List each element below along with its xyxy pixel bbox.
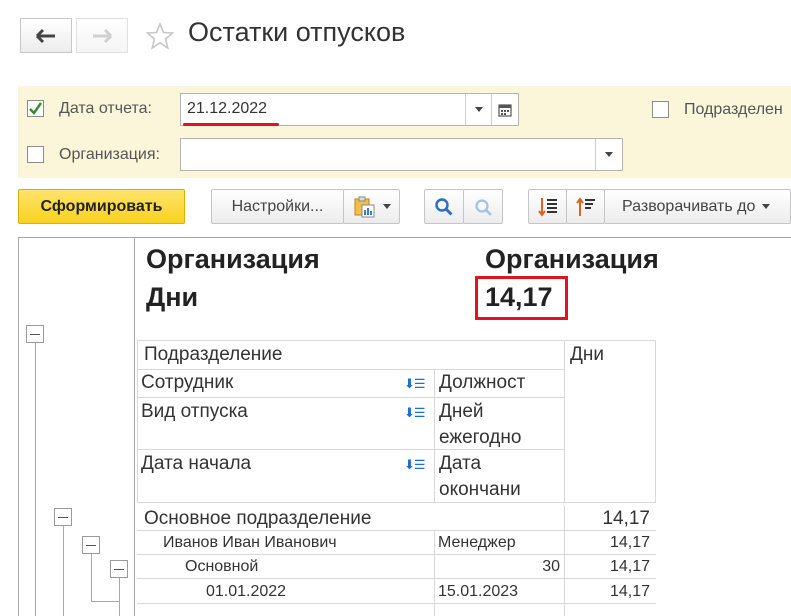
search-icon (435, 197, 453, 216)
date-field[interactable]: 21.12.2022 (180, 93, 519, 126)
arrow-right-icon (93, 28, 113, 43)
search-button[interactable] (424, 189, 464, 224)
column-header-annual-days[interactable]: Дней (439, 401, 484, 423)
tree-line (91, 601, 119, 602)
tree-line (35, 343, 36, 616)
organization-field[interactable] (180, 138, 623, 171)
employee-row-days[interactable]: 14,17 (564, 534, 650, 552)
settings-button[interactable]: Настройки... (211, 189, 344, 224)
grid-line (137, 530, 656, 531)
collapse-vacation-type-toggle[interactable] (110, 560, 128, 578)
arrow-left-icon (35, 28, 55, 43)
generate-button[interactable]: Сформировать (18, 189, 185, 224)
collapse-department-toggle[interactable] (54, 508, 72, 526)
column-header-end-date[interactable]: Дата (439, 453, 481, 475)
vacation-row-days[interactable]: 14,17 (564, 558, 650, 576)
expand-to-button[interactable]: Разворачивать до (604, 189, 791, 224)
column-header-employee[interactable]: Сотрудник (141, 372, 233, 394)
sort-descending-icon (537, 197, 557, 217)
date-dropdown-button[interactable] (465, 94, 492, 125)
sort-descending-button[interactable] (528, 189, 567, 224)
grid-line (137, 554, 656, 555)
collapse-group-toggle[interactable] (26, 325, 44, 343)
sort-indicator-icon[interactable]: ⬇☰ (404, 405, 426, 421)
organization-checkbox[interactable] (27, 146, 44, 163)
vacation-row-annual-days[interactable]: 30 (434, 558, 560, 576)
tree-line (91, 554, 92, 601)
report-measure-label: Дни (146, 282, 199, 312)
department-row-name[interactable]: Основное подразделение (144, 508, 371, 530)
favorite-star-icon[interactable] (146, 22, 174, 50)
grid-line (137, 603, 656, 604)
tree-line (119, 578, 120, 616)
chevron-down-icon (382, 204, 391, 209)
grid-line (137, 369, 564, 370)
sort-ascending-button[interactable] (566, 189, 605, 224)
department-label: Подразделен (684, 101, 783, 118)
report-variants-icon (354, 196, 374, 217)
organization-label: Организация: (59, 146, 160, 163)
chevron-down-icon (605, 152, 613, 157)
period-row-start[interactable]: 01.01.2022 (206, 583, 286, 601)
column-header-position[interactable]: Должност (439, 372, 525, 394)
grid-line (137, 397, 564, 398)
calendar-button[interactable] (491, 94, 518, 125)
calendar-icon (498, 103, 512, 117)
column-header-end-date-cont: окончани (439, 479, 521, 500)
department-checkbox[interactable] (652, 101, 669, 118)
checkmark-icon (29, 102, 42, 115)
grid-line (434, 369, 435, 503)
department-row-days[interactable]: 14,17 (564, 508, 650, 530)
chevron-down-icon (475, 107, 483, 112)
tree-line (63, 526, 64, 616)
back-button[interactable] (20, 18, 72, 53)
date-label: Дата отчета: (59, 100, 152, 117)
date-checkbox[interactable] (27, 100, 44, 117)
forward-button[interactable] (76, 18, 128, 53)
sort-indicator-icon[interactable]: ⬇☰ (404, 376, 426, 392)
cancel-search-button[interactable] (463, 189, 503, 224)
total-highlight-box (475, 276, 568, 320)
column-header-annual-days-cont: ежегодно (439, 427, 522, 448)
date-value: 21.12.2022 (187, 100, 268, 117)
grid-line (564, 340, 565, 503)
column-header-start-date[interactable]: Дата начала (141, 453, 251, 475)
collapse-employee-toggle[interactable] (82, 536, 100, 554)
column-header-days[interactable]: Дни (570, 344, 604, 366)
period-row-end[interactable]: 15.01.2023 (438, 583, 518, 601)
cancel-search-icon (475, 198, 492, 216)
employee-row-position[interactable]: Менеджер (438, 534, 516, 552)
variants-button[interactable] (343, 189, 400, 224)
column-header-vacation-type[interactable]: Вид отпуска (141, 401, 248, 423)
employee-row-name[interactable]: Иванов Иван Иванович (163, 534, 337, 552)
sort-ascending-icon (575, 196, 595, 216)
period-row-days[interactable]: 14,17 (564, 583, 650, 601)
gutter-divider (134, 238, 135, 616)
organization-dropdown-button[interactable] (595, 139, 622, 170)
grid-line (137, 449, 564, 450)
sort-indicator-icon[interactable]: ⬇☰ (404, 457, 426, 473)
column-header-department[interactable]: Подразделение (144, 344, 282, 366)
grid-line (137, 578, 656, 579)
report-total-group: Организация (485, 244, 659, 274)
page-title: Остатки отпусков (188, 17, 406, 47)
report-area[interactable]: Организация Дни Организация 14,17 Подраз… (18, 237, 791, 616)
vacation-row-type[interactable]: Основной (185, 558, 258, 576)
chevron-down-icon (762, 204, 771, 209)
expand-to-label: Разворачивать до (622, 197, 756, 215)
date-underline-highlight (183, 123, 279, 126)
report-grouping-label: Организация (146, 244, 320, 274)
